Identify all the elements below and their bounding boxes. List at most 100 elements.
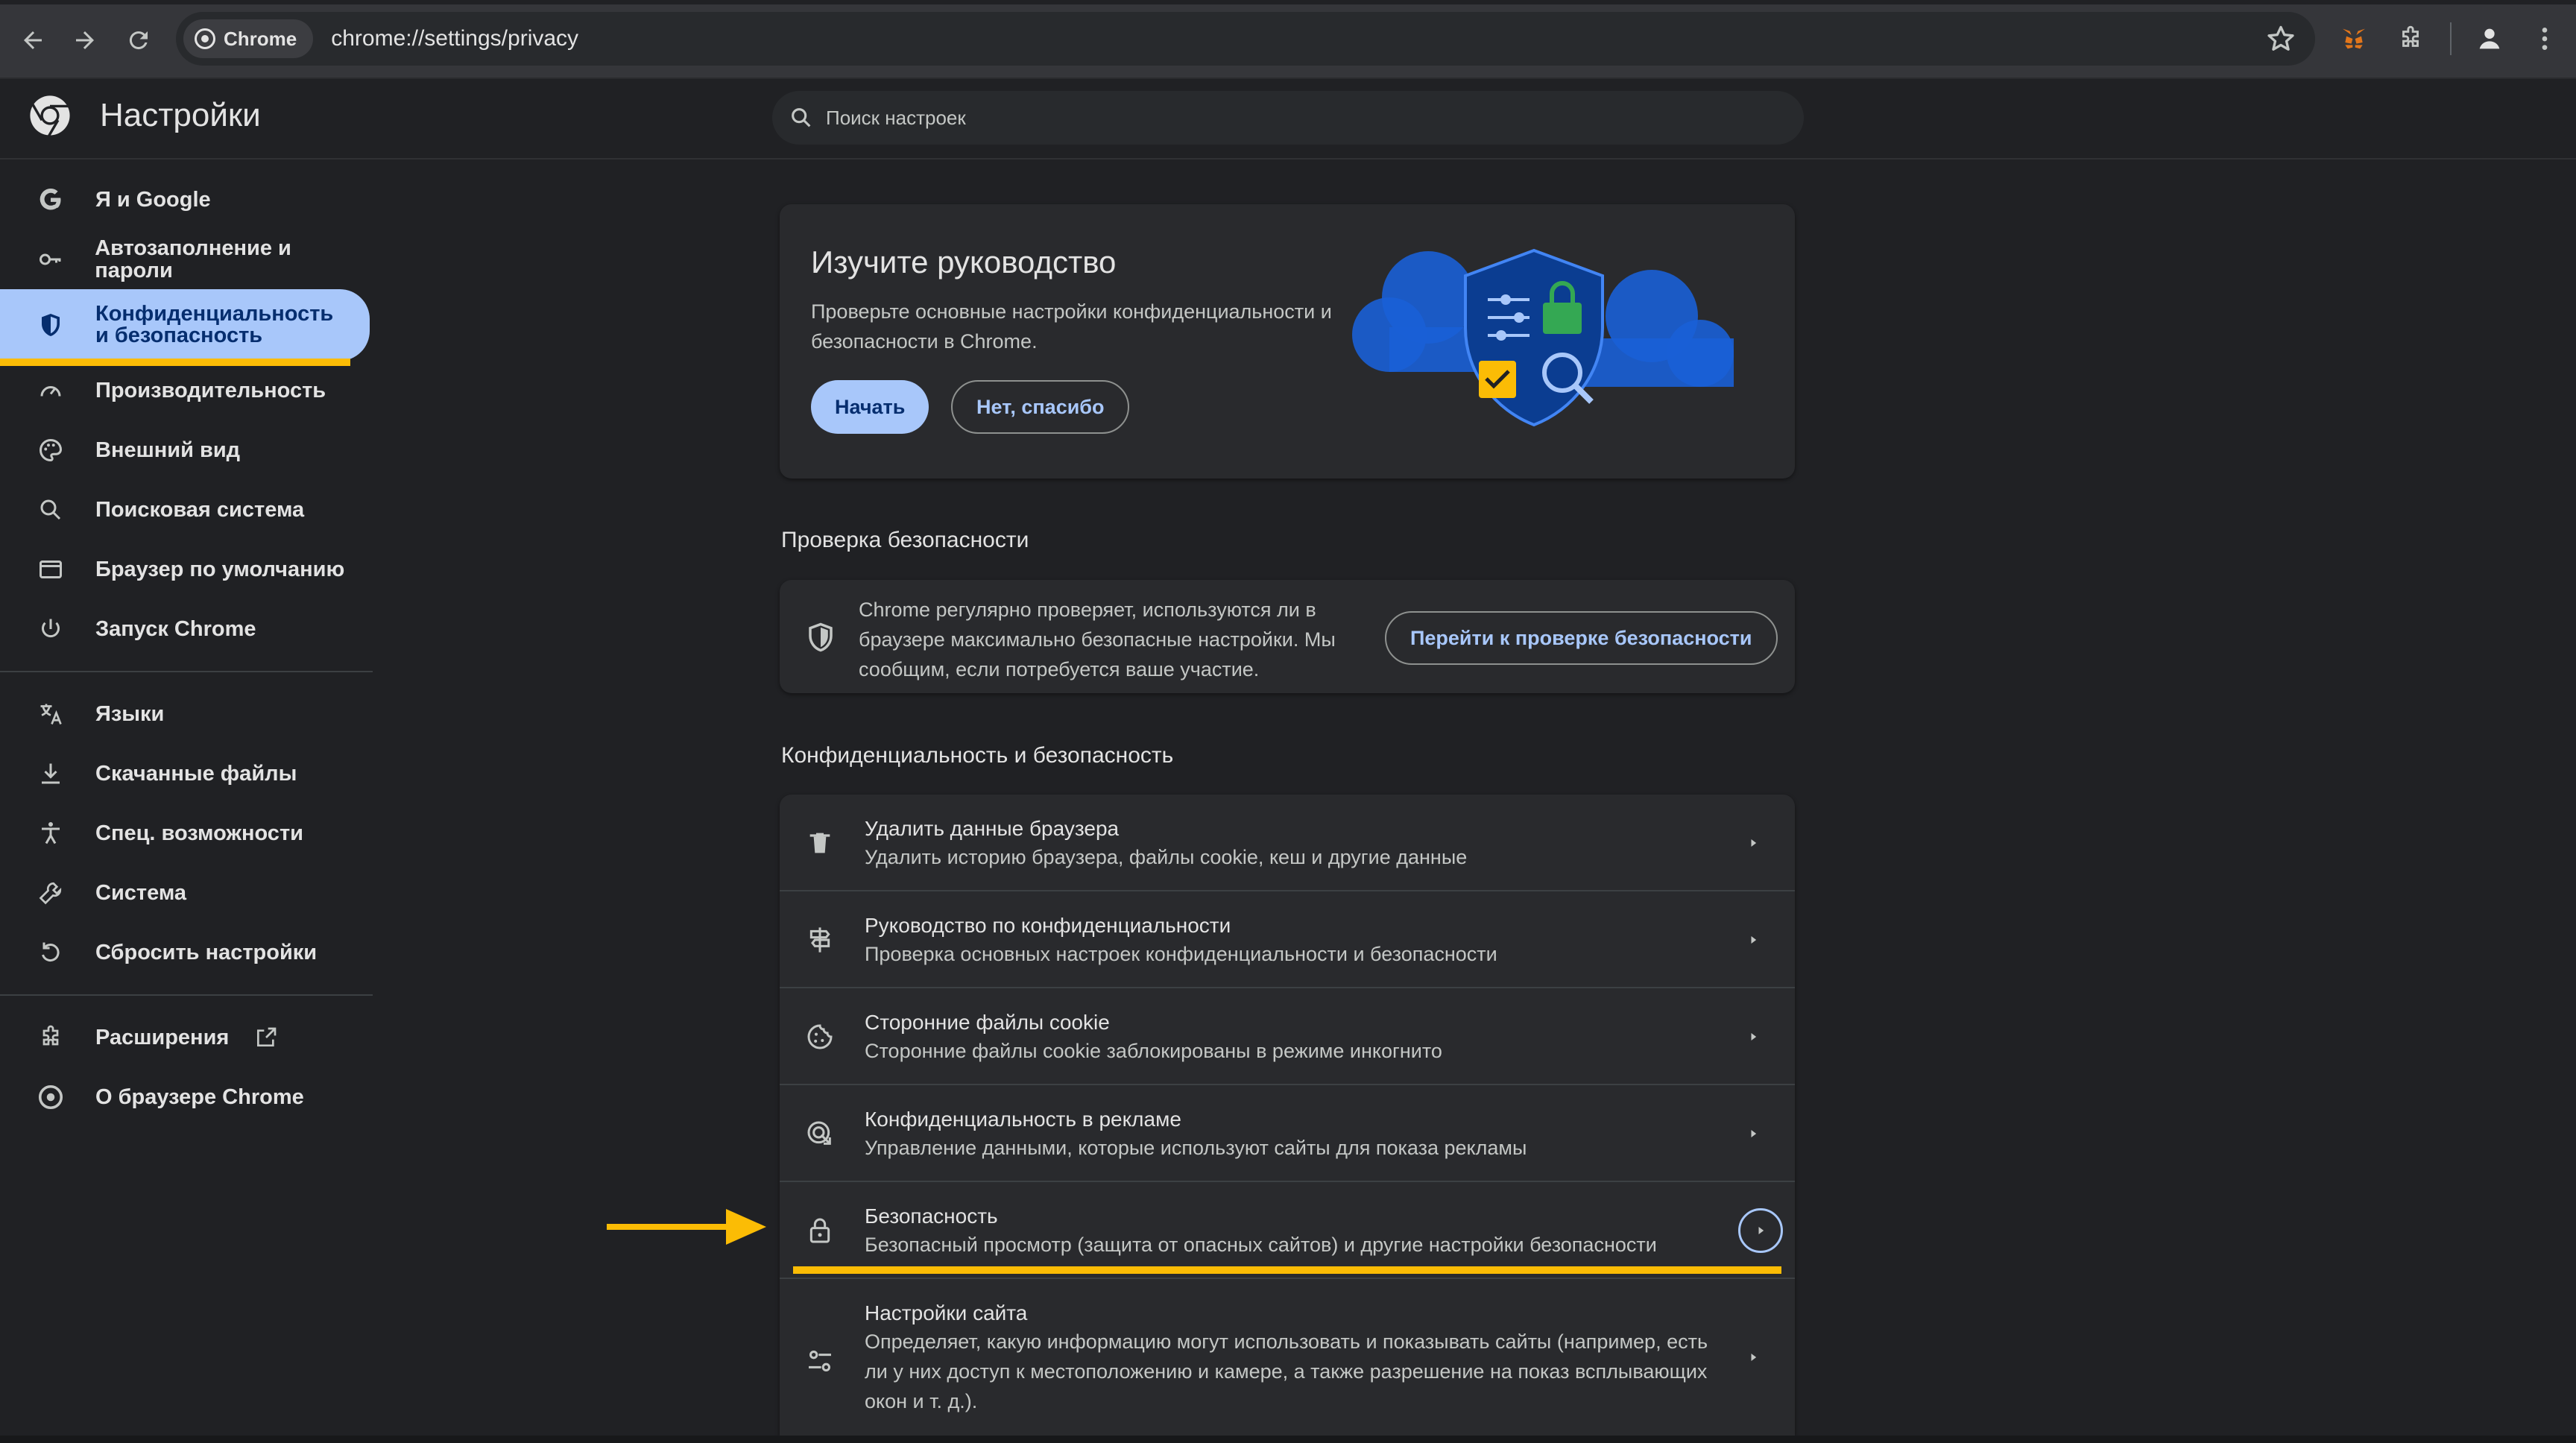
browser-toolbar: Chrome chrome://settings/privacy bbox=[0, 0, 2576, 79]
privacy-guide-promo-card: Изучите руководство Проверьте основные н… bbox=[780, 204, 1795, 479]
list-item-title: Сторонние файлы cookie bbox=[865, 1011, 1110, 1034]
puzzle-icon bbox=[36, 1023, 66, 1052]
address-bar[interactable]: Chrome chrome://settings/privacy bbox=[176, 12, 2315, 66]
key-icon bbox=[36, 244, 65, 274]
reload-icon bbox=[129, 31, 148, 50]
list-item-title: Конфиденциальность в рекламе bbox=[865, 1108, 1181, 1131]
sidebar-item-label: Автозаполнение и пароли bbox=[95, 236, 291, 282]
wrench-icon bbox=[36, 878, 66, 908]
privacy-settings-list: Удалить данные браузера Удалить историю … bbox=[780, 795, 1795, 1436]
list-item-ad-privacy[interactable]: Конфиденциальность в рекламе Управление … bbox=[780, 1085, 1795, 1182]
start-guide-button[interactable]: Начать bbox=[811, 380, 929, 434]
tab-strip-edge bbox=[0, 0, 2576, 4]
sidebar-item-accessibility[interactable]: Спец. возможности bbox=[0, 803, 370, 863]
bookmark-star-icon[interactable] bbox=[2264, 22, 2297, 55]
sidebar-item-label: Конфиденциальность и безопасность bbox=[95, 302, 334, 347]
sidebar-item-on-startup[interactable]: Запуск Chrome bbox=[0, 599, 370, 659]
list-item-site-settings[interactable]: Настройки сайта Определяет, какую информ… bbox=[780, 1279, 1795, 1436]
sidebar-item-about-chrome[interactable]: О браузере Chrome bbox=[0, 1067, 370, 1127]
list-item-title: Настройки сайта bbox=[865, 1301, 1028, 1324]
shield-icon bbox=[36, 310, 66, 340]
sidebar-item-label: Поисковая система bbox=[95, 498, 305, 522]
toolbar-separator bbox=[2450, 22, 2452, 55]
sidebar-item-label: Я и Google bbox=[95, 188, 211, 212]
search-icon bbox=[792, 108, 811, 127]
sidebar-item-languages[interactable]: Языки bbox=[0, 684, 370, 744]
security-open-button[interactable] bbox=[1738, 1208, 1783, 1253]
sidebar-item-autofill[interactable]: Автозаполнение и пароли bbox=[0, 230, 370, 289]
list-item-title: Удалить данные браузера bbox=[865, 817, 1120, 840]
chrome-logo-icon bbox=[195, 28, 215, 49]
sidebar-item-appearance[interactable]: Внешний вид bbox=[0, 420, 370, 480]
list-item-title: Руководство по конфиденциальности bbox=[865, 914, 1231, 937]
sidebar-item-label: Браузер по умолчанию bbox=[95, 558, 345, 581]
sidebar-item-label: Внешний вид bbox=[95, 438, 241, 462]
sidebar-item-you-and-google[interactable]: Я и Google bbox=[0, 170, 370, 230]
list-item-subtitle: Определяет, какую информацию могут испол… bbox=[865, 1330, 1708, 1412]
list-item-subtitle: Безопасный просмотр (защита от опасных с… bbox=[865, 1234, 1657, 1256]
list-item-subtitle: Сторонние файлы cookie заблокированы в р… bbox=[865, 1040, 1442, 1062]
sidebar-item-default-browser[interactable]: Браузер по умолчанию bbox=[0, 540, 370, 599]
kebab-menu-icon[interactable] bbox=[2525, 19, 2564, 58]
sidebar-item-label: Языки bbox=[95, 702, 165, 726]
sidebar-item-label: Расширения bbox=[95, 1026, 230, 1049]
privacy-guide-illustration bbox=[1346, 248, 1734, 450]
sidebar-item-label: Скачанные файлы bbox=[95, 762, 297, 786]
sidebar-divider bbox=[0, 671, 373, 672]
list-item-third-party-cookies[interactable]: Сторонние файлы cookie Сторонние файлы c… bbox=[780, 988, 1795, 1085]
sidebar-item-label: Сбросить настройки bbox=[95, 941, 318, 964]
list-item-security[interactable]: Безопасность Безопасный просмотр (защита… bbox=[780, 1182, 1795, 1279]
reset-icon bbox=[36, 938, 66, 967]
list-item-privacy-guide[interactable]: Руководство по конфиденциальности Провер… bbox=[780, 891, 1795, 988]
sidebar-item-label: О браузере Chrome bbox=[95, 1085, 304, 1109]
chevron-right-icon bbox=[1751, 1033, 1757, 1041]
back-button[interactable] bbox=[9, 16, 57, 64]
url-text[interactable]: chrome://settings/privacy bbox=[331, 26, 578, 51]
sidebar-item-system[interactable]: Система bbox=[0, 863, 370, 923]
promo-title: Изучите руководство bbox=[811, 244, 1117, 280]
sidebar-item-downloads[interactable]: Скачанные файлы bbox=[0, 744, 370, 803]
chevron-right-icon bbox=[1758, 1227, 1764, 1234]
forward-button[interactable] bbox=[61, 16, 109, 64]
taskbar-edge bbox=[0, 1436, 2576, 1443]
annotation-arrow-icon bbox=[607, 1209, 766, 1245]
cookie-icon bbox=[807, 1024, 833, 1049]
sidebar-item-label: Запуск Chrome bbox=[95, 617, 256, 641]
arrow-left-icon bbox=[24, 31, 42, 49]
reload-button[interactable] bbox=[115, 16, 162, 64]
sidebar-divider bbox=[0, 994, 373, 996]
profile-avatar-icon[interactable] bbox=[2470, 19, 2509, 58]
site-info-chip[interactable]: Chrome bbox=[183, 19, 314, 58]
sidebar-item-label: Производительность bbox=[95, 379, 326, 402]
search-input[interactable] bbox=[824, 105, 1804, 130]
sidebar-item-performance[interactable]: Производительность bbox=[0, 361, 370, 420]
chrome-logo-icon bbox=[30, 95, 70, 137]
list-item-title: Безопасность bbox=[865, 1204, 998, 1228]
go-to-safety-check-button[interactable]: Перейти к проверке безопасности bbox=[1385, 611, 1778, 665]
site-chip-label: Chrome bbox=[224, 27, 297, 50]
safety-check-card: Chrome регулярно проверяет, используются… bbox=[780, 580, 1795, 693]
trash-icon bbox=[809, 833, 830, 853]
metamask-extension-icon[interactable] bbox=[2334, 19, 2373, 58]
extensions-puzzle-icon[interactable] bbox=[2391, 19, 2430, 58]
external-link-icon bbox=[257, 1027, 277, 1046]
safety-check-section-title: Проверка безопасности bbox=[781, 528, 1029, 552]
list-item-clear-browsing-data[interactable]: Удалить данные браузера Удалить историю … bbox=[780, 795, 1795, 891]
chevron-right-icon bbox=[1751, 1354, 1757, 1361]
safety-check-description: Chrome регулярно проверяет, используются… bbox=[859, 599, 1336, 681]
search-icon bbox=[36, 495, 66, 525]
ads-privacy-icon bbox=[807, 1121, 831, 1145]
annotation-underline bbox=[793, 1266, 1781, 1274]
annotation-underline bbox=[0, 359, 350, 366]
dismiss-guide-button[interactable]: Нет, спасибо bbox=[951, 380, 1130, 434]
sidebar-item-search-engine[interactable]: Поисковая система bbox=[0, 480, 370, 540]
promo-description: Проверьте основные настройки конфиденциа… bbox=[811, 300, 1332, 353]
chevron-right-icon bbox=[1751, 1130, 1757, 1137]
sidebar-item-privacy[interactable]: Конфиденциальность и безопасность bbox=[0, 289, 370, 361]
chevron-right-icon bbox=[1751, 936, 1757, 944]
sidebar-item-reset[interactable]: Сбросить настройки bbox=[0, 923, 370, 982]
sidebar-item-extensions[interactable]: Расширения bbox=[0, 1008, 370, 1067]
settings-search[interactable] bbox=[772, 91, 1804, 145]
chrome-logo-icon bbox=[36, 1082, 66, 1112]
signpost-icon bbox=[809, 927, 830, 953]
